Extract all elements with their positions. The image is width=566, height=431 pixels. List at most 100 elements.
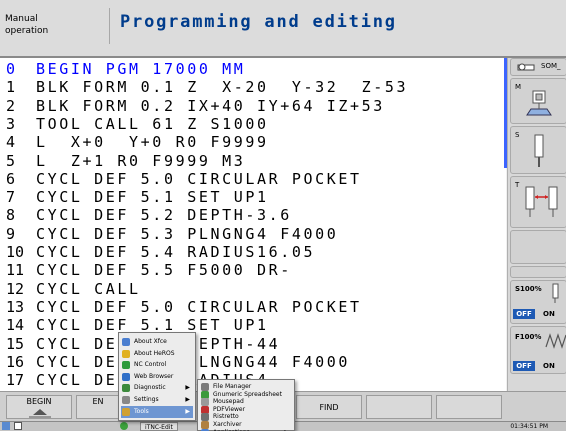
menu-item[interactable]: Web Browser <box>121 371 193 383</box>
line-number: 10 <box>6 243 25 261</box>
spindle-override-status: S100% OFF ON <box>510 280 566 324</box>
menu-item-icon <box>122 384 130 393</box>
feed-override-label: F100% <box>515 333 542 341</box>
submenu-arrow-icon: ▶ <box>185 384 190 392</box>
line-number: 3 <box>6 114 16 133</box>
page-title: Programming and editing <box>120 12 397 32</box>
program-line[interactable]: 10 CYCL DEF 5.4 RADIUS16.05 <box>6 243 315 261</box>
line-code: BLK FORM 0.2 IX+40 IY+64 IZ+53 <box>36 96 385 115</box>
program-line[interactable]: 13 CYCL DEF 5.0 CIRCULAR POCKET <box>6 298 362 316</box>
feed-off-badge: OFF <box>513 361 535 371</box>
menu-item-label: About HeROS <box>134 349 175 357</box>
program-line[interactable]: 8 CYCL DEF 5.2 DEPTH-3.6 <box>6 206 292 224</box>
program-line[interactable]: 5 L Z+1 R0 F9999 M3 <box>6 152 245 170</box>
spindle-on-label: ON <box>543 310 555 318</box>
begin-arrow-icon <box>29 409 51 418</box>
line-number: 4 <box>6 133 16 152</box>
program-line[interactable]: 1 BLK FORM 0.1 Z X-20 Y-32 Z-53 <box>6 78 408 96</box>
spindle-label: S <box>515 131 520 139</box>
menu-item[interactable]: Diagnostic ▶ <box>121 382 193 394</box>
begin-softkey[interactable]: BEGIN <box>6 395 72 419</box>
som-label: SOM_ <box>541 62 561 70</box>
menu-item-label: NC Control <box>134 361 167 369</box>
menu-item[interactable]: Settings ▶ <box>121 394 193 406</box>
softkey-empty-7[interactable] <box>436 395 502 419</box>
line-number: 11 <box>6 261 25 280</box>
program-line[interactable]: 12 CYCL CALL <box>6 280 141 298</box>
menu-item-icon <box>122 396 130 404</box>
line-code: CYCL DEF 5.3 PLNGNG4 F4000 <box>36 224 339 243</box>
line-code: CYCL DEF 5.4 RADIUS16.05 <box>36 243 316 261</box>
submenu-arrow-icon: ▶ <box>185 396 190 403</box>
menu-item[interactable]: Applications ▶ <box>200 427 292 431</box>
spindle-off-badge: OFF <box>513 309 535 319</box>
desktop-switch-icon[interactable] <box>2 422 10 430</box>
program-line[interactable]: 6 CYCL DEF 5.0 CIRCULAR POCKET <box>6 170 362 188</box>
program-line[interactable]: 4 L X+0 Y+0 R0 F9999 <box>6 133 269 151</box>
menu-item-icon <box>122 372 130 381</box>
menu-item-icon <box>122 349 130 358</box>
program-line[interactable]: 9 CYCL DEF 5.3 PLNGNG4 F4000 <box>6 225 338 243</box>
menu-item-label: Web Browser <box>134 372 174 380</box>
program-line[interactable]: 7 CYCL DEF 5.1 SET UP1 <box>6 188 269 206</box>
menu-item[interactable]: NC Control <box>121 359 193 371</box>
menu-item-label: Tools <box>134 407 149 415</box>
line-number: 14 <box>6 316 25 335</box>
program-line[interactable]: 3 TOOL CALL 61 Z S1000 <box>6 115 269 133</box>
program-line[interactable]: 0 BEGIN PGM 17000 MM <box>6 60 245 78</box>
clock: 01:34:51 PM <box>510 423 548 430</box>
spindle-icon <box>534 134 544 167</box>
softkey-s-spindle[interactable]: S <box>510 126 566 174</box>
itnc-edit-task[interactable]: iTNC-Edit <box>140 422 178 431</box>
menu-item[interactable]: About Xfce <box>121 336 193 348</box>
menu-item-icon <box>122 361 130 370</box>
feed-on-label: ON <box>543 362 555 370</box>
tool-axis-icon <box>525 186 558 217</box>
line-number: 2 <box>6 96 16 115</box>
line-number: 7 <box>6 188 16 207</box>
spindle-override-label: S100% <box>515 285 542 293</box>
program-line[interactable]: 11 CYCL DEF 5.5 F5000 DR- <box>6 261 292 279</box>
line-number: 12 <box>6 279 25 298</box>
line-number: 17 <box>6 371 25 390</box>
menu-item-icon <box>122 407 130 416</box>
line-code: CYCL DEF 5.2 DEPTH-3.6 <box>36 206 292 225</box>
program-line[interactable]: 2 BLK FORM 0.2 IX+40 IY+64 IZ+53 <box>6 97 385 115</box>
window-list-icon[interactable] <box>14 422 22 430</box>
header-bar: Manual operation Programming and editing <box>0 0 566 58</box>
menu-item[interactable]: About HeROS <box>121 348 193 360</box>
line-code: CYCL DEF 5.0 CIRCULAR POCKET <box>36 169 362 188</box>
menu-item[interactable]: Tools ▶ <box>121 405 193 418</box>
line-number: 6 <box>6 169 16 188</box>
softkey-m-functions[interactable]: M <box>510 78 566 124</box>
line-code: CYCL DEF 5.5 F5000 DR- <box>36 261 292 280</box>
launcher-icon[interactable] <box>120 422 128 430</box>
line-code: TOOL CALL 61 Z S1000 <box>36 114 269 133</box>
softkey-empty-2[interactable] <box>510 266 566 278</box>
submenu-arrow-icon: ▶ <box>284 427 289 431</box>
tools-submenu: File Manager Gnumeric Spreadsheet Mousepad… <box>197 379 295 431</box>
menu-item-label: Settings <box>134 396 159 403</box>
line-code: CYCL DEF 5.0 CIRCULAR POCKET <box>36 297 362 316</box>
program-editor[interactable]: 0 BEGIN PGM 17000 MM 1 BLK FORM 0.1 Z X-20 … <box>0 58 506 391</box>
feed-override-icon <box>545 333 566 349</box>
operation-mode-label: Manual operation <box>5 14 49 36</box>
line-code: L Z+1 R0 F9999 M3 <box>36 151 246 170</box>
line-number: 0 <box>6 60 16 78</box>
softkey-t-tool[interactable]: T <box>510 176 566 228</box>
end-softkey[interactable]: EN <box>76 395 120 419</box>
line-number: 9 <box>6 224 16 243</box>
menu-item-icon <box>122 338 130 346</box>
softkey-empty-1[interactable] <box>510 230 566 264</box>
line-number: 16 <box>6 352 25 371</box>
line-number: 15 <box>6 334 25 353</box>
line-number: 8 <box>6 206 16 225</box>
softkey-empty-6[interactable] <box>366 395 432 419</box>
line-code: CYCL CALL <box>36 279 141 298</box>
status-side-panel: SOM_ M S T S100% OFF ON F100% OFF ON <box>507 58 566 391</box>
menu-item-label: Applications <box>213 427 250 431</box>
line-code: L X+0 Y+0 R0 F9999 <box>36 133 269 152</box>
som-status: SOM_ <box>510 58 566 76</box>
menu-item-label: Diagnostic <box>134 384 166 392</box>
find-softkey[interactable]: FIND <box>296 395 362 419</box>
